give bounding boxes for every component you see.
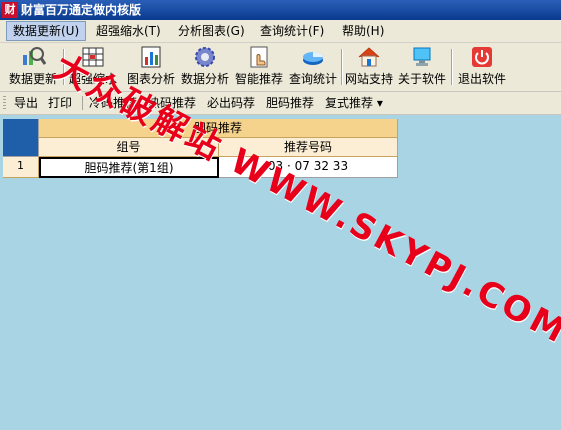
- must-number-button[interactable]: 必出码荐: [207, 94, 255, 112]
- magnifier-chart-icon: [23, 47, 46, 65]
- column-header-numbers[interactable]: 推荐号码: [219, 138, 398, 157]
- toolbar-label: 数据分析: [180, 72, 229, 86]
- banker-number-button[interactable]: 胆码推荐: [266, 94, 314, 112]
- toolbar-label: 图表分析: [126, 72, 175, 86]
- toolbar-label: 关于软件: [397, 72, 446, 86]
- gear-icon: [195, 47, 215, 67]
- app-icon: 财: [2, 2, 18, 18]
- power-icon: [472, 47, 492, 67]
- row-header[interactable]: 1: [3, 157, 39, 178]
- toolbar-label: 智能推荐: [234, 72, 283, 86]
- computer-info-icon: [413, 47, 431, 66]
- query-stats-button[interactable]: 查询统计: [286, 45, 340, 89]
- table-cell-group[interactable]: 胆码推荐(第1组): [39, 157, 219, 178]
- hand-pointer-icon: [250, 46, 268, 68]
- exit-software-button[interactable]: 退出软件: [456, 45, 508, 89]
- toolbar-label: 数据更新: [8, 72, 57, 86]
- content-area: 胆码推荐 组号 推荐号码 1 胆码推荐(第1组) 03 · 07 32 33: [0, 115, 561, 430]
- table-cell-numbers[interactable]: 03 · 07 32 33: [219, 157, 398, 178]
- cold-number-button[interactable]: 冷码推荐: [89, 94, 137, 112]
- menu-bar: 数据更新(U) 超强缩水(T) 分析图表(G) 查询统计(F) 帮助(H): [0, 20, 561, 43]
- toolbar-label: 网站支持: [344, 72, 393, 86]
- toolbar-label: 查询统计: [288, 72, 337, 86]
- menu-data-update[interactable]: 数据更新(U): [6, 21, 87, 41]
- title-bar[interactable]: 财 财富百万通定做内核版: [0, 0, 561, 20]
- grid-shrink-icon: [82, 47, 104, 67]
- data-analysis-button[interactable]: 数据分析: [178, 45, 232, 89]
- window-title: 财富百万通定做内核版: [21, 3, 142, 17]
- website-support-button[interactable]: 网站支持: [344, 45, 394, 89]
- print-button[interactable]: 打印: [48, 94, 72, 112]
- menu-help[interactable]: 帮助(H): [336, 22, 390, 40]
- toolbar-label: 退出软件: [457, 72, 506, 86]
- pie-chart-icon: [303, 52, 323, 65]
- home-icon: [358, 47, 380, 67]
- smart-recommend-button[interactable]: 智能推荐: [232, 45, 286, 89]
- main-toolbar: 数据更新 超强缩水 图表分析 数据分析 智能推荐 查询统计 网站支持 关于软件 …: [0, 43, 561, 92]
- chart-icon: [141, 46, 161, 68]
- data-update-button[interactable]: 数据更新: [6, 45, 60, 89]
- column-header-group[interactable]: 组号: [39, 138, 219, 157]
- hot-number-button[interactable]: 热码推荐: [148, 94, 196, 112]
- compound-recommend-dropdown[interactable]: 复式推荐 ▾: [325, 94, 383, 112]
- export-button[interactable]: 导出: [14, 94, 38, 112]
- about-software-button[interactable]: 关于软件: [396, 45, 448, 89]
- toolbar-grip[interactable]: [3, 96, 6, 110]
- secondary-toolbar: 导出 打印 冷码推荐 热码推荐 必出码荐 胆码推荐 复式推荐 ▾: [0, 92, 561, 115]
- menu-query[interactable]: 查询统计(F): [254, 22, 330, 40]
- chart-analysis-button[interactable]: 图表分析: [124, 45, 178, 89]
- menu-charts[interactable]: 分析图表(G): [172, 22, 251, 40]
- group-header: 胆码推荐: [39, 119, 398, 138]
- menu-shrink[interactable]: 超强缩水(T): [90, 22, 167, 40]
- grid-corner[interactable]: [3, 119, 39, 157]
- super-shrink-button[interactable]: 超强缩水: [66, 45, 120, 89]
- toolbar-label: 超强缩水: [68, 72, 117, 86]
